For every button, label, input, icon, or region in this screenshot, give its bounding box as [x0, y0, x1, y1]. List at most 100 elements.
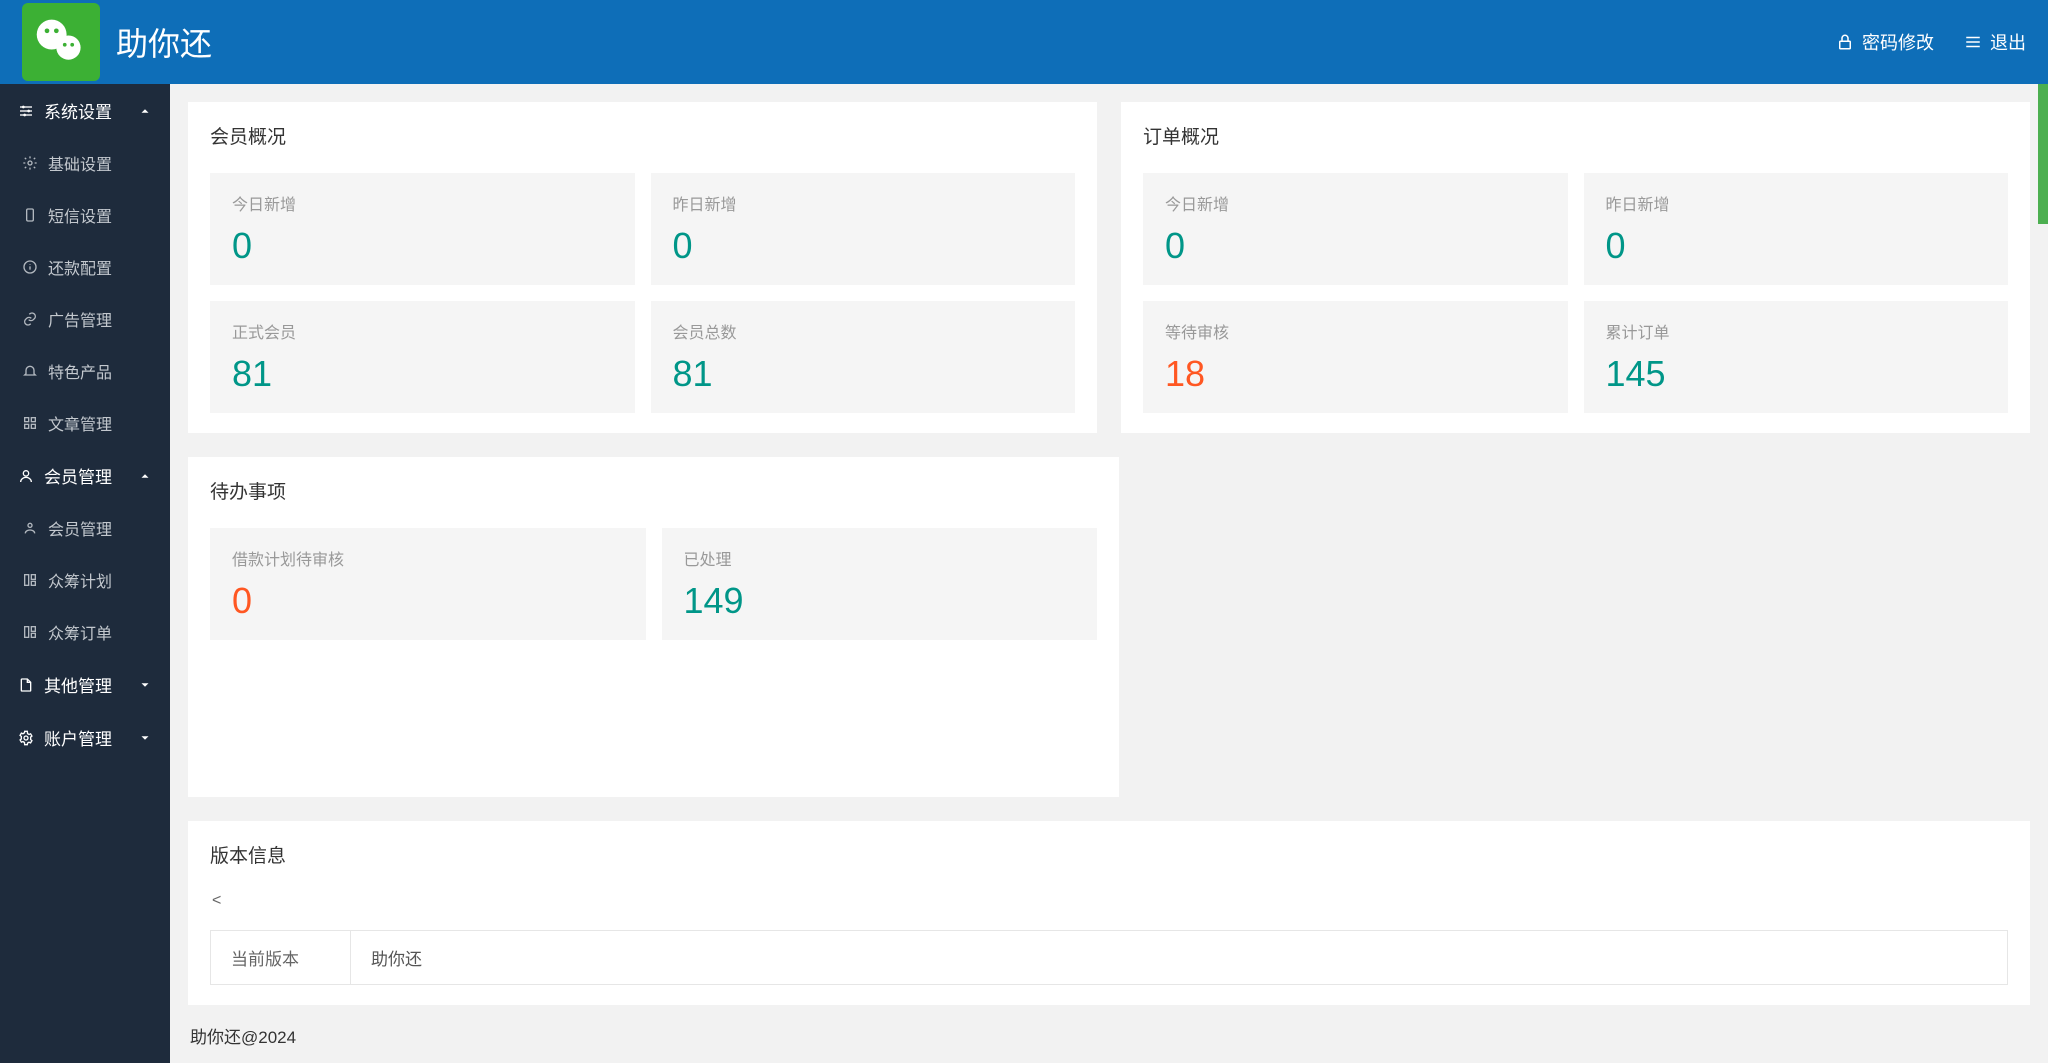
gear-icon: [18, 730, 34, 746]
version-title: 版本信息: [210, 841, 2008, 868]
nav-group-label: 会员管理: [44, 463, 112, 488]
caret-down-icon: [138, 731, 152, 745]
bell-icon: [22, 363, 38, 379]
todo-title: 待办事项: [210, 477, 1097, 504]
stat-label: 正式会员: [232, 319, 613, 343]
gear-icon: [22, 155, 38, 171]
stat-label: 会员总数: [673, 319, 1054, 343]
menu-icon: [1964, 33, 1982, 51]
nav-item-label: 特色产品: [48, 359, 112, 383]
nav-item-label: 会员管理: [48, 516, 112, 540]
nav-group-other-manage[interactable]: 其他管理: [0, 658, 170, 711]
nav-item-featured-products[interactable]: 特色产品: [0, 345, 170, 397]
file-icon: [18, 677, 34, 693]
version-card: 版本信息 < 当前版本 助你还: [188, 821, 2030, 1005]
nav-item-member-manage[interactable]: 会员管理: [0, 502, 170, 554]
header: 助你还 密码修改 退出: [0, 0, 2048, 84]
stat-members-today: 今日新增 0: [210, 173, 635, 285]
stat-value: 81: [673, 353, 1054, 395]
stat-members-formal: 正式会员 81: [210, 301, 635, 413]
nav-group-system-settings[interactable]: 系统设置: [0, 84, 170, 137]
stat-orders-total: 累计订单 145: [1584, 301, 2009, 413]
caret-up-icon: [138, 469, 152, 483]
stat-todo-processed: 已处理 149: [662, 528, 1098, 640]
orders-title: 订单概况: [1143, 122, 2008, 149]
orders-card: 订单概况 今日新增 0 昨日新增 0 等待审核 18 累计订: [1121, 102, 2030, 433]
nav-group-label: 账户管理: [44, 725, 112, 750]
app-logo: [22, 3, 100, 81]
layout-icon: [22, 572, 38, 588]
nav-item-label: 众筹订单: [48, 620, 112, 644]
stat-members-total: 会员总数 81: [651, 301, 1076, 413]
lock-icon: [1836, 33, 1854, 51]
nav-item-basic-settings[interactable]: 基础设置: [0, 137, 170, 189]
caret-up-icon: [138, 104, 152, 118]
app-title: 助你还: [116, 19, 212, 65]
stat-orders-yesterday: 昨日新增 0: [1584, 173, 2009, 285]
stat-value: 0: [232, 225, 613, 267]
footer-text: 助你还@2024: [188, 1005, 2030, 1054]
layout-icon: [22, 624, 38, 640]
nav-group-label: 其他管理: [44, 672, 112, 697]
nav-item-label: 短信设置: [48, 203, 112, 227]
stat-label: 借款计划待审核: [232, 546, 624, 570]
stat-label: 今日新增: [232, 191, 613, 215]
stat-orders-pending: 等待审核 18: [1143, 301, 1568, 413]
caret-down-icon: [138, 678, 152, 692]
version-lt: <: [212, 892, 2008, 910]
wechat-icon: [33, 14, 89, 70]
sidebar: 系统设置 基础设置 短信设置 还款配置 广告管理 特色产品 文章管理: [0, 84, 170, 1063]
members-title: 会员概况: [210, 122, 1075, 149]
main-content: 会员概况 今日新增 0 昨日新增 0 正式会员 81 会员总: [170, 84, 2048, 1063]
nav-group-member-manage[interactable]: 会员管理: [0, 449, 170, 502]
stat-label: 等待审核: [1165, 319, 1546, 343]
stat-value: 149: [684, 580, 1076, 622]
version-label-cell: 当前版本: [211, 931, 351, 985]
scrollbar-indicator[interactable]: [2038, 84, 2048, 224]
stat-label: 今日新增: [1165, 191, 1546, 215]
nav-item-sms-settings[interactable]: 短信设置: [0, 189, 170, 241]
nav-item-article-manage[interactable]: 文章管理: [0, 397, 170, 449]
version-value-cell: 助你还: [351, 931, 2008, 985]
table-row: 当前版本 助你还: [211, 931, 2008, 985]
nav-group-label: 系统设置: [44, 98, 112, 123]
logout-link[interactable]: 退出: [1964, 29, 2026, 55]
stat-value: 145: [1606, 353, 1987, 395]
password-change-label: 密码修改: [1862, 29, 1934, 55]
nav-item-ad-manage[interactable]: 广告管理: [0, 293, 170, 345]
stat-members-yesterday: 昨日新增 0: [651, 173, 1076, 285]
grid-icon: [22, 415, 38, 431]
stat-orders-today: 今日新增 0: [1143, 173, 1568, 285]
password-change-link[interactable]: 密码修改: [1836, 29, 1934, 55]
stat-label: 昨日新增: [673, 191, 1054, 215]
sliders-icon: [18, 103, 34, 119]
user-icon: [22, 520, 38, 536]
todo-card: 待办事项 借款计划待审核 0 已处理 149: [188, 457, 1119, 797]
link-icon: [22, 311, 38, 327]
nav-group-account-manage[interactable]: 账户管理: [0, 711, 170, 764]
stat-value: 0: [1606, 225, 1987, 267]
stat-value: 0: [1165, 225, 1546, 267]
stat-todo-pending: 借款计划待审核 0: [210, 528, 646, 640]
logout-label: 退出: [1990, 29, 2026, 55]
nav-item-crowd-plan[interactable]: 众筹计划: [0, 554, 170, 606]
user-icon: [18, 468, 34, 484]
nav-item-label: 文章管理: [48, 411, 112, 435]
stat-value: 18: [1165, 353, 1546, 395]
nav-item-label: 还款配置: [48, 255, 112, 279]
stat-value: 0: [232, 580, 624, 622]
stat-value: 81: [232, 353, 613, 395]
stat-label: 昨日新增: [1606, 191, 1987, 215]
stat-label: 已处理: [684, 546, 1076, 570]
nav-item-label: 基础设置: [48, 151, 112, 175]
mobile-icon: [22, 207, 38, 223]
nav-item-label: 广告管理: [48, 307, 112, 331]
nav-item-repay-config[interactable]: 还款配置: [0, 241, 170, 293]
nav-item-label: 众筹计划: [48, 568, 112, 592]
nav-item-crowd-order[interactable]: 众筹订单: [0, 606, 170, 658]
stat-value: 0: [673, 225, 1054, 267]
info-icon: [22, 259, 38, 275]
members-card: 会员概况 今日新增 0 昨日新增 0 正式会员 81 会员总: [188, 102, 1097, 433]
version-table: 当前版本 助你还: [210, 930, 2008, 985]
stat-label: 累计订单: [1606, 319, 1987, 343]
